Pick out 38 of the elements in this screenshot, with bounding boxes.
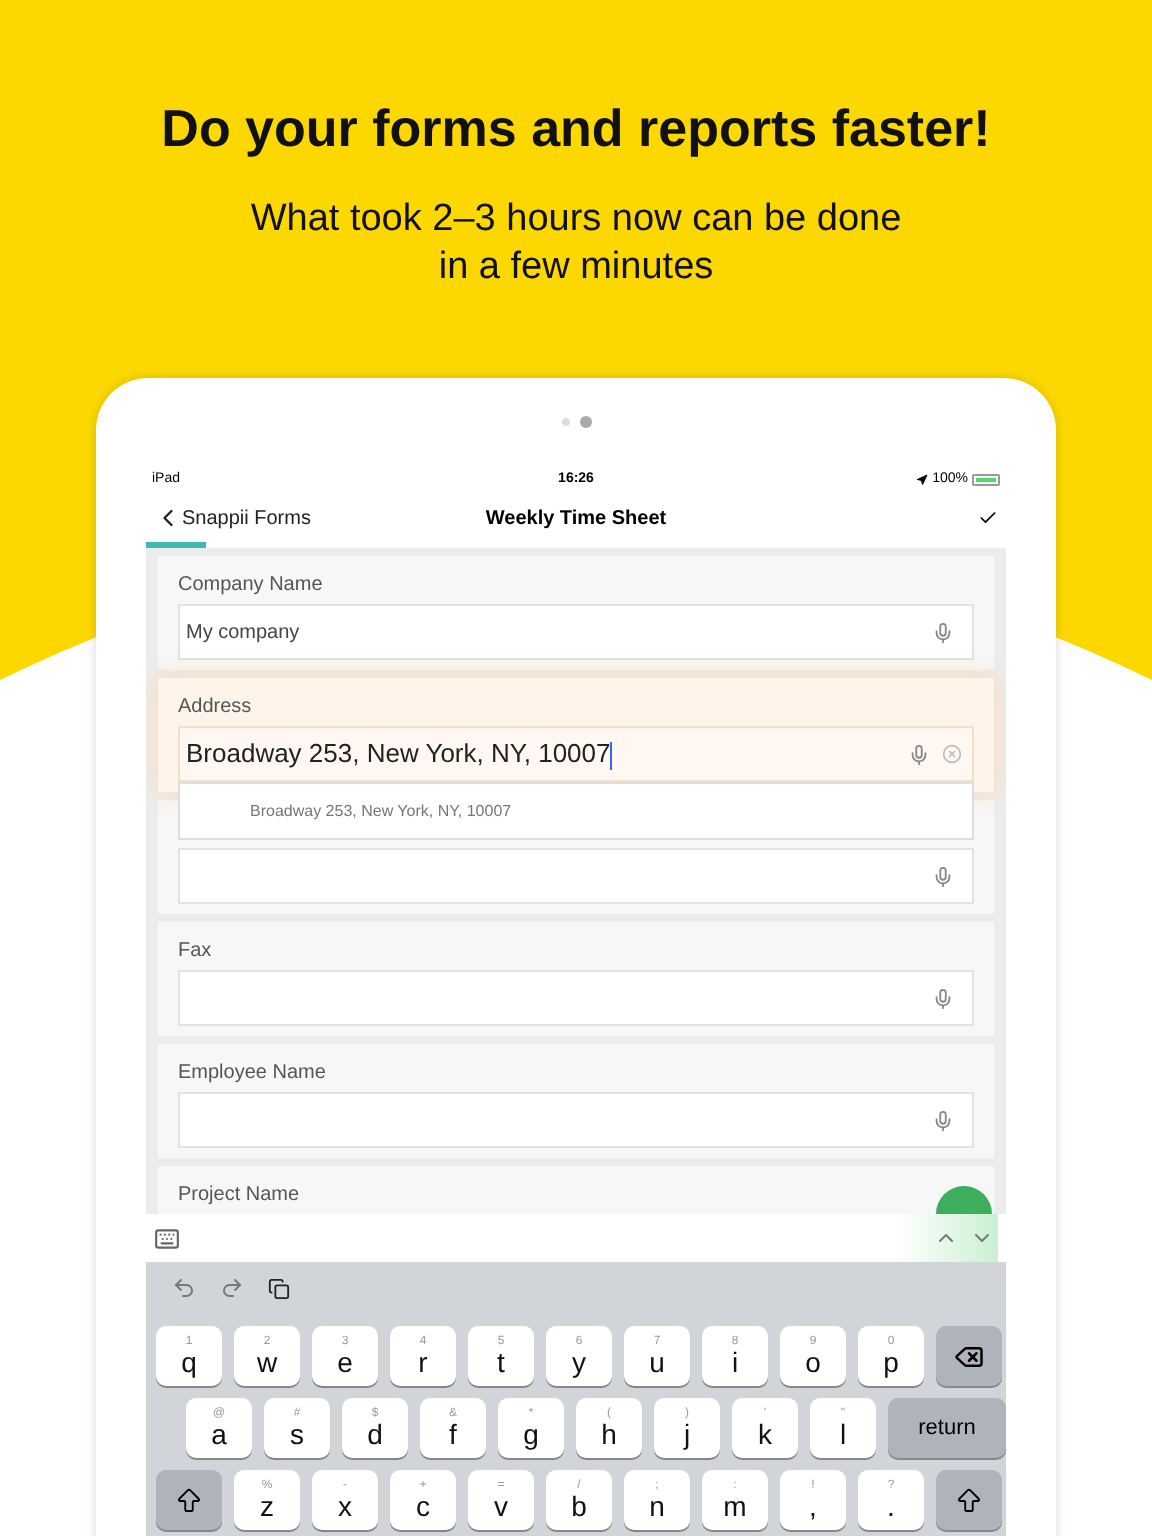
field-label: Employee Name [178,1060,326,1088]
location-icon [916,474,929,486]
keyboard-icon[interactable] [154,1225,180,1251]
battery-icon [972,474,1000,486]
back-button[interactable]: Snappii Forms [154,503,311,533]
check-icon[interactable] [978,508,998,528]
microphone-icon[interactable] [932,987,954,1009]
input-field[interactable]: My company [178,604,974,660]
field-label: Project Name [178,1182,300,1210]
microphone-icon[interactable] [932,621,954,643]
shift-key[interactable] [156,1470,222,1530]
field-label: Fax [178,938,212,966]
subtitle-line: in a few minutes [438,244,714,292]
clear-icon[interactable] [942,744,962,764]
input-field[interactable] [178,1092,974,1148]
field-label: Company Name [178,572,323,600]
microphone-icon[interactable] [908,743,930,765]
backspace-key[interactable] [936,1326,1002,1386]
screen-title: Weekly Time Sheet [483,505,669,533]
input-field[interactable] [178,970,974,1026]
headline: Do your forms and reports faster! [161,96,991,162]
shift-icon [954,1485,984,1515]
microphone-icon[interactable] [932,1109,954,1131]
redo-icon[interactable] [220,1276,244,1300]
field-value: My company [186,619,302,647]
shift-icon [174,1485,204,1515]
input-field[interactable]: Broadway 253, New York, NY, 10007 [178,726,974,782]
microphone-icon[interactable] [932,865,954,887]
suggestion-item[interactable]: Broadway 253, New York, NY, 10007 [180,784,972,838]
paste-icon[interactable] [268,1277,290,1299]
undo-icon[interactable] [172,1276,196,1300]
shift-key[interactable] [936,1470,1002,1530]
field-value: Broadway 253, New York, NY, 10007 [186,736,615,774]
input-field[interactable] [178,848,974,904]
subtitle-line: What took 2–3 hours now can be done [250,196,902,244]
return-key[interactable]: return [888,1398,1006,1458]
field-label: Address [178,694,252,722]
backspace-icon [954,1341,984,1371]
